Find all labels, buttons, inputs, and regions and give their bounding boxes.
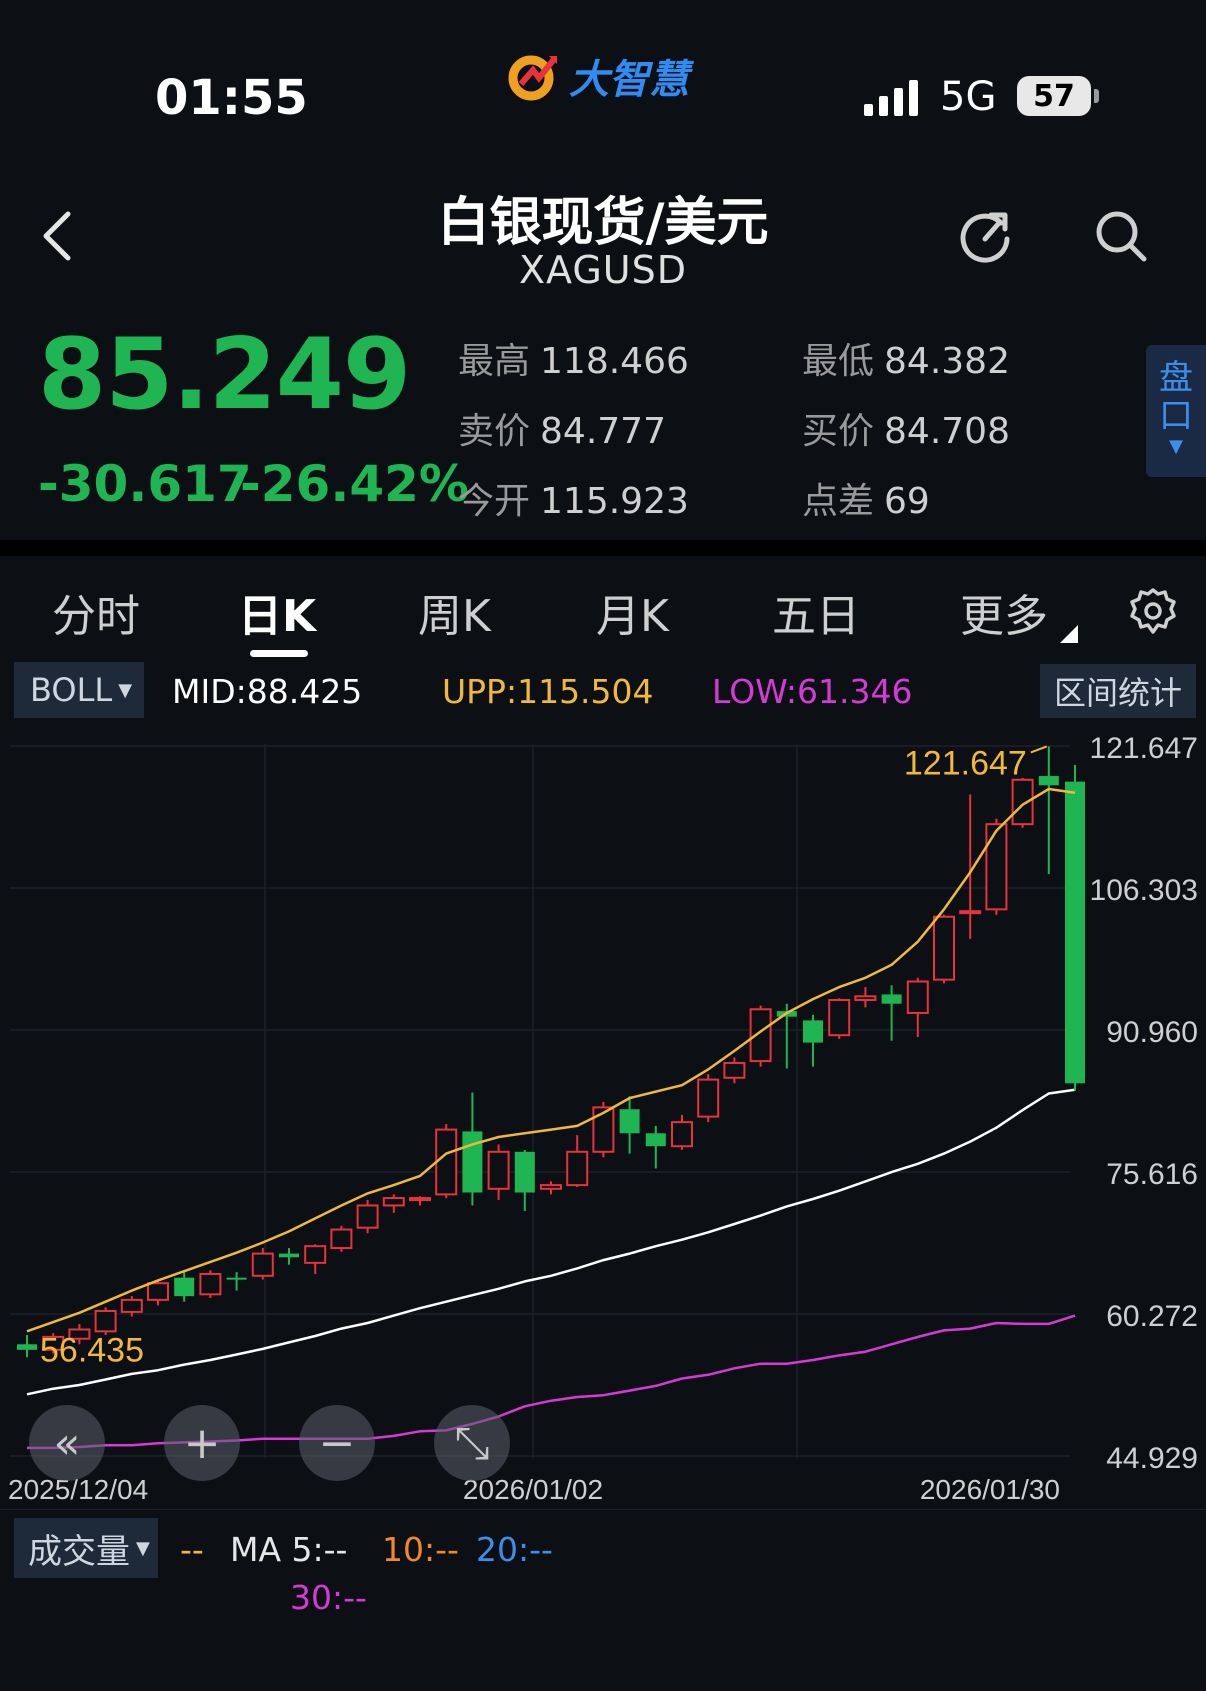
order-book-button[interactable]: 盘 口 ▼ — [1146, 345, 1206, 477]
y-axis-label: 44.929 — [1106, 1442, 1198, 1475]
stat-low: 最低 84.382 — [802, 341, 1010, 382]
candle-body-up — [94, 1309, 117, 1333]
kline-chart[interactable]: 121.647 106.303 90.960 75.616 60.272 44.929 20… — [0, 720, 1206, 1510]
y-axis-label: 60.272 — [1106, 1300, 1198, 1333]
boll-mid-line — [26, 1088, 1076, 1396]
candle-body-up — [1011, 778, 1034, 826]
candle-body-down — [514, 1151, 535, 1193]
zoom-in-button[interactable]: + — [164, 1405, 240, 1481]
min-price-label: 56.435 — [40, 1332, 144, 1370]
y-axis-label: 75.616 — [1106, 1158, 1198, 1191]
candle-body-up — [723, 1061, 746, 1079]
tab-monthly-k[interactable]: 月K — [596, 580, 669, 644]
price-change: -30.617 — [38, 455, 252, 513]
dropdown-caret-icon: ▼ — [136, 1537, 150, 1559]
candle-body-up — [199, 1272, 222, 1296]
volume-ma10: 10:-- — [382, 1530, 459, 1569]
tab-more[interactable]: 更多 — [960, 580, 1048, 644]
volume-ma20: 20:-- — [476, 1530, 553, 1569]
zoom-out-button[interactable]: − — [299, 1405, 375, 1481]
volume-ma30: 30:-- — [290, 1578, 367, 1617]
stat-ask: 卖价 84.777 — [458, 411, 666, 452]
candle-body-down — [226, 1277, 247, 1280]
battery-tip — [1094, 89, 1099, 103]
candle-body-up — [356, 1204, 379, 1229]
status-time: 01:55 — [155, 70, 308, 126]
boll-low: LOW:61.346 — [712, 672, 913, 711]
section-divider — [0, 540, 1206, 556]
candle-body-up — [147, 1282, 169, 1301]
candle-body-up — [671, 1121, 693, 1148]
price-change-pct: -26.42% — [240, 455, 470, 513]
candle-body-down — [645, 1133, 666, 1147]
dropdown-caret-icon: ▼ — [118, 679, 133, 701]
candle-body-down — [174, 1277, 195, 1297]
caret-down-icon: ▼ — [1169, 436, 1183, 457]
candle-body-down — [619, 1109, 640, 1134]
stat-spread: 点差 69 — [802, 481, 930, 522]
candle-body-up — [540, 1184, 562, 1190]
page-title: 白银现货/美元 — [437, 193, 769, 253]
tab-intraday[interactable]: 分时 — [52, 580, 140, 644]
last-price: 85.249 — [38, 318, 411, 432]
candle-body-down — [17, 1344, 37, 1350]
refresh-button[interactable] — [955, 205, 1017, 267]
max-price-label: 121.647 — [904, 744, 1027, 782]
x-axis-label: 2026/01/30 — [920, 1474, 1060, 1505]
stat-open: 今开 115.923 — [458, 481, 689, 522]
candle-body-up — [487, 1150, 510, 1190]
boll-mid: MID:88.425 — [172, 672, 363, 711]
candle-body-up — [854, 995, 877, 1002]
candle-body-up — [304, 1245, 327, 1264]
volume-ma-prefix: -- — [180, 1530, 204, 1569]
scroll-left-button[interactable]: « — [29, 1405, 105, 1481]
stat-high: 最高 118.466 — [458, 341, 689, 382]
candle-body-down — [1038, 776, 1059, 786]
more-corner-icon — [1060, 625, 1078, 643]
candle-body-down — [462, 1131, 483, 1193]
network-type: 5G — [940, 74, 997, 120]
candle-body-up — [906, 980, 929, 1014]
candle-body-down — [279, 1253, 299, 1258]
candle-body-down — [803, 1020, 823, 1043]
battery-icon: 57 — [1017, 76, 1091, 116]
candle-body-up — [566, 1150, 589, 1187]
boll-upp: UPP:115.504 — [442, 672, 654, 711]
stat-bid: 买价 84.708 — [802, 411, 1010, 452]
candle-body-up — [120, 1298, 143, 1313]
volume-indicator-select[interactable]: 成交量 ▼ — [14, 1518, 158, 1578]
candle-body-up — [933, 915, 955, 981]
y-axis-label: 90.960 — [1106, 1016, 1198, 1049]
candle-body-up — [251, 1252, 274, 1277]
candle-body-up — [985, 823, 1008, 911]
candle-body-up — [697, 1078, 720, 1118]
candle-body-up — [382, 1197, 405, 1207]
tab-five-day[interactable]: 五日 — [772, 580, 860, 644]
search-button[interactable] — [1090, 205, 1152, 267]
candle-body-up — [828, 999, 851, 1037]
y-axis-label: 121.647 — [1090, 732, 1198, 765]
range-stats-button[interactable]: 区间统计 — [1040, 664, 1196, 718]
symbol-code: XAGUSD — [518, 248, 687, 292]
boll-upp-line — [26, 787, 1076, 1333]
tab-daily-k[interactable]: 日K — [238, 580, 316, 644]
candle-body-down — [881, 994, 902, 1004]
app-name: 大智慧 — [569, 57, 689, 103]
candle-body-down — [1065, 781, 1085, 1084]
candle-body-up — [435, 1128, 458, 1196]
logo-icon — [508, 55, 558, 101]
fullscreen-button[interactable]: ⤡ — [434, 1405, 510, 1481]
indicator-select[interactable]: BOLL ▼ — [14, 662, 144, 718]
volume-ma5: MA 5:-- — [230, 1530, 348, 1569]
app-logo: 大智慧 — [505, 48, 689, 104]
active-tab-indicator — [250, 650, 308, 657]
candle-body-up — [409, 1197, 431, 1202]
candle-body-up — [959, 910, 982, 915]
max-marker-line — [1030, 745, 1048, 754]
settings-gear-icon[interactable] — [1128, 586, 1178, 636]
signal-icon — [864, 78, 918, 116]
y-axis-label: 106.303 — [1090, 874, 1198, 907]
tab-weekly-k[interactable]: 周K — [418, 580, 491, 644]
candle-body-up — [330, 1228, 353, 1250]
